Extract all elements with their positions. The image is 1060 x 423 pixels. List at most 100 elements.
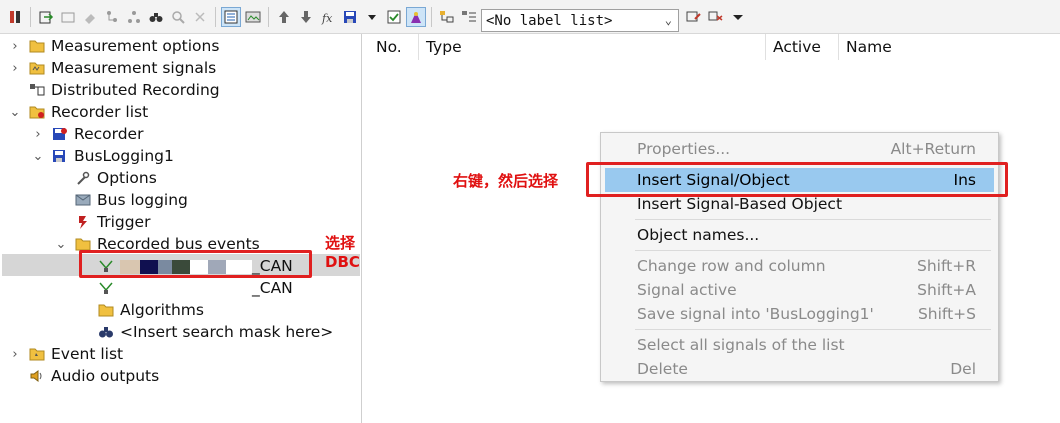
disk-icon <box>51 148 68 165</box>
menu-item-label: Delete <box>637 360 688 378</box>
chevron-down-icon[interactable]: ⌄ <box>8 105 22 120</box>
tree-icon-2[interactable] <box>124 7 144 27</box>
tree-item-trigger[interactable]: Trigger <box>54 211 150 233</box>
column-header-active[interactable]: Active <box>773 38 821 56</box>
label-list-select[interactable]: <No label list> ⌄ <box>481 9 679 32</box>
list-icon[interactable] <box>459 7 479 27</box>
chevron-right-icon[interactable]: › <box>8 347 22 362</box>
column-separator[interactable] <box>765 34 766 60</box>
menu-item-shortcut: Shift+R <box>917 257 976 275</box>
tree-item-label: Algorithms <box>120 301 204 319</box>
menu-dropdown-icon[interactable] <box>728 7 748 27</box>
chevron-down-icon[interactable]: ⌄ <box>665 13 672 27</box>
save-icon[interactable] <box>340 7 360 27</box>
chevron-right-icon[interactable]: › <box>31 127 45 142</box>
tree-item-options[interactable]: Options <box>54 167 157 189</box>
column-header-no[interactable]: No. <box>376 38 402 56</box>
signals-folder-icon <box>28 60 45 77</box>
tree-item-label: Distributed Recording <box>51 81 220 99</box>
network-icon <box>97 280 114 297</box>
tree-item-can-2[interactable]: _CAN <box>77 277 293 299</box>
menu-item-change-row-column[interactable]: Change row and column Shift+R <box>605 254 994 278</box>
toolbar-separator <box>268 6 269 27</box>
tree-item-label: BusLogging1 <box>74 147 174 165</box>
recorder-icon <box>51 126 68 143</box>
function-icon[interactable]: fx <box>318 7 338 27</box>
rename-icon[interactable] <box>684 7 704 27</box>
cut-icon[interactable] <box>706 7 726 27</box>
tree-item-algorithms[interactable]: Algorithms <box>77 299 204 321</box>
folder-icon <box>28 38 45 55</box>
toolbar: fx <No label list> ⌄ <box>0 0 1060 34</box>
chevron-right-icon[interactable]: › <box>8 39 22 54</box>
menu-item-signal-active[interactable]: Signal active Shift+A <box>605 278 994 302</box>
menu-item-label: Insert Signal-Based Object <box>637 195 843 213</box>
up-arrow-icon[interactable] <box>274 7 294 27</box>
dropdown-icon[interactable] <box>362 7 382 27</box>
menu-item-label: Select all signals of the list <box>637 336 845 354</box>
menu-item-shortcut: Del <box>950 360 976 378</box>
delete-icon[interactable] <box>190 7 210 27</box>
column-separator[interactable] <box>838 34 839 60</box>
toolbar-separator <box>215 6 216 27</box>
tree-item-distributed-recording[interactable]: Distributed Recording <box>8 79 220 101</box>
annotation-box-menu <box>586 162 1008 197</box>
tree-item-label: <Insert search mask here> <box>120 323 334 341</box>
tree-item-measurement-signals[interactable]: › Measurement signals <box>8 57 216 79</box>
menu-item-properties[interactable]: Properties... Alt+Return <box>605 137 994 161</box>
chevron-right-icon[interactable]: › <box>8 61 22 76</box>
tree-item-label: Measurement signals <box>51 59 217 77</box>
view-icon[interactable] <box>221 6 241 27</box>
menu-item-label: Properties... <box>637 140 731 158</box>
checkbox-icon[interactable] <box>384 7 404 27</box>
tree-item-label: Options <box>97 169 157 187</box>
tree-item-bus-logging[interactable]: Bus logging <box>54 189 188 211</box>
tree-item-label: Recorder list <box>51 103 149 121</box>
column-header-type[interactable]: Type <box>426 38 462 56</box>
column-header-name[interactable]: Name <box>846 38 892 56</box>
down-arrow-icon[interactable] <box>296 7 316 27</box>
binoculars-icon[interactable] <box>146 7 166 27</box>
export-icon[interactable] <box>58 7 78 27</box>
tree-item-search-mask[interactable]: <Insert search mask here> <box>77 321 333 343</box>
binoculars-icon <box>97 324 114 341</box>
toolbar-separator <box>431 6 432 27</box>
eraser-icon[interactable] <box>80 7 100 27</box>
envelope-icon <box>74 192 91 209</box>
tree-item-recorder-list[interactable]: ⌄ Recorder list <box>8 101 149 123</box>
tree-item-measurement-options[interactable]: › Measurement options <box>8 35 219 57</box>
svg-text:fx: fx <box>321 12 333 25</box>
menu-item-save-signal[interactable]: Save signal into 'BusLogging1' Shift+S <box>605 302 994 326</box>
tree-item-recorder[interactable]: › Recorder <box>31 123 143 145</box>
chevron-down-icon[interactable]: ⌄ <box>54 237 68 252</box>
chevron-down-icon[interactable]: ⌄ <box>31 149 45 164</box>
menu-item-shortcut: Alt+Return <box>890 140 976 158</box>
wizard-icon[interactable] <box>406 6 426 27</box>
annotation-right-click: 右键，然后选择 <box>453 172 559 190</box>
menu-item-label: Change row and column <box>637 257 826 275</box>
menu-item-shortcut: Shift+A <box>917 281 976 299</box>
tree-add-icon[interactable] <box>437 7 457 27</box>
tree-item-event-list[interactable]: › Event list <box>8 343 123 365</box>
wrench-icon <box>74 170 91 187</box>
tree-item-label: _CAN <box>252 279 293 297</box>
menu-item-select-all-signals[interactable]: Select all signals of the list <box>605 333 994 357</box>
tree-item-label: Audio outputs <box>51 367 160 385</box>
image-icon[interactable] <box>243 7 263 27</box>
tree-item-buslogging1[interactable]: ⌄ BusLogging1 <box>31 145 174 167</box>
navigation-tree: › Measurement options › Measurement sign… <box>0 34 362 423</box>
menu-item-label: Object names... <box>637 226 760 244</box>
tree-item-audio-outputs[interactable]: Audio outputs <box>8 365 159 387</box>
menu-item-object-names[interactable]: Object names... <box>605 223 994 247</box>
magnifier-icon[interactable] <box>168 7 188 27</box>
event-folder-icon <box>28 346 45 363</box>
distributed-icon <box>28 82 45 99</box>
column-separator[interactable] <box>418 34 419 60</box>
recorder-folder-icon <box>28 104 45 121</box>
menu-separator <box>635 329 991 330</box>
tree-icon[interactable] <box>102 7 122 27</box>
import-icon[interactable] <box>36 7 56 27</box>
record-icon[interactable] <box>5 7 25 27</box>
menu-separator <box>635 219 991 220</box>
menu-item-delete[interactable]: Delete Del <box>605 357 994 381</box>
